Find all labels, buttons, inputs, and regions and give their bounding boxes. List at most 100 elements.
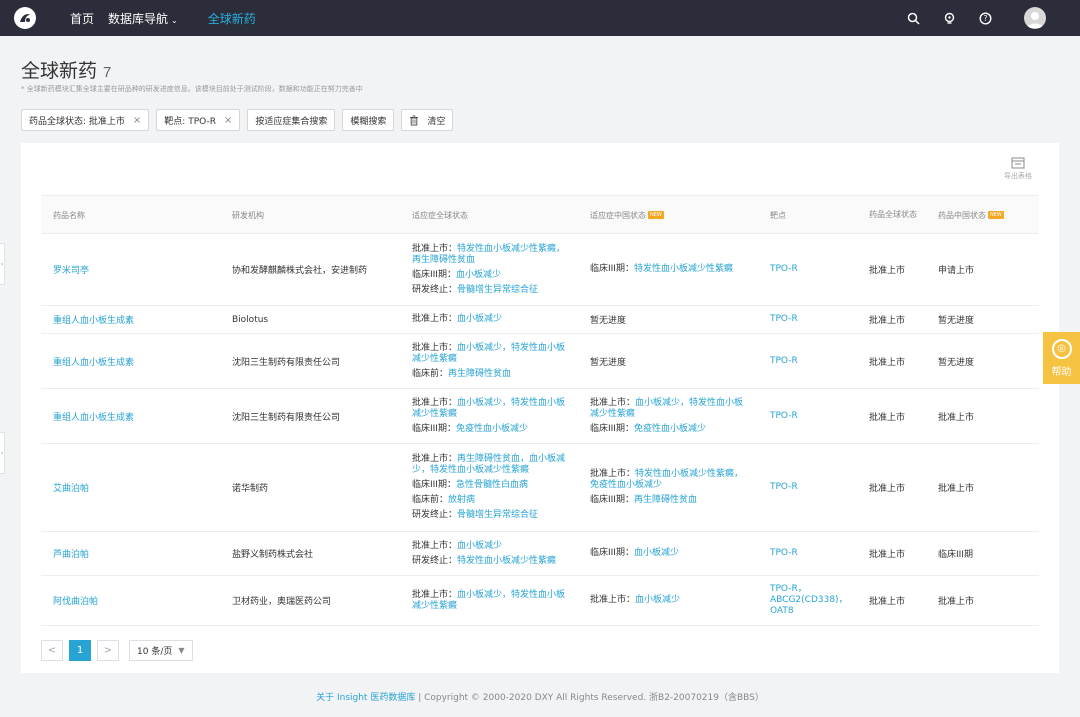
indication-link[interactable]: 减少性紫癜 (412, 409, 457, 419)
table-row: 重组人血小板生成素 沈阳三生制药有限责任公司 批准上市：血小板减少，特发性血小板减少… (41, 334, 1039, 389)
indication-link[interactable]: 特发性血小板 (511, 590, 565, 600)
indication-link[interactable]: 放射病 (448, 495, 475, 505)
column-header-target[interactable]: 靶点 (770, 196, 786, 234)
prev-page-button[interactable]: < (41, 640, 63, 661)
close-icon[interactable]: × (224, 115, 232, 126)
indication-link[interactable]: 血小板减少 (635, 595, 680, 605)
target-link[interactable]: TPO-R (770, 314, 798, 324)
help-button[interactable]: ◎ 帮助 (1043, 332, 1080, 384)
left-edge-tab[interactable]: › (0, 243, 5, 285)
status-label: 临床III期： (412, 423, 456, 434)
indication-link[interactable]: 再生障碍性贫血 (448, 369, 511, 379)
china-status-value: 批准上市 (938, 412, 975, 423)
indication-link[interactable]: 特发性血小板 (689, 398, 743, 408)
indication-link[interactable]: 血小板减少 (634, 548, 679, 558)
export-table-button[interactable]: 导出表格 (998, 157, 1038, 181)
table-row: 重组人血小板生成素 Biolotus 批准上市：血小板减少 暂无进度 TPO-R 批准上市… (41, 306, 1039, 334)
page-title: 全球新药 7 (21, 56, 111, 83)
drug-name-link[interactable]: 重组人血小板生成素 (53, 410, 223, 423)
indication-link[interactable]: 特发性血小板减少性紫癜， (457, 244, 565, 254)
org-name: 沈阳三生制药有限责任公司 (232, 357, 341, 368)
drug-name-link[interactable]: 重组人血小板生成素 (53, 313, 223, 326)
left-edge-tab[interactable]: › (0, 432, 5, 474)
indication-link[interactable]: 血小板减少 (456, 270, 501, 280)
cell-global-status: 批准上市 (869, 306, 931, 333)
column-header-org[interactable]: 研发机构 (232, 196, 264, 234)
user-avatar[interactable] (1024, 7, 1046, 29)
no-progress-text: 暂无进度 (590, 316, 627, 326)
indication-link[interactable]: 血小板减少 (457, 314, 502, 324)
indication-link[interactable]: 血小板减少， (457, 398, 511, 408)
indication-link[interactable]: 特发性血小板减少性紫癜 (430, 465, 529, 475)
org-name: 沈阳三生制药有限责任公司 (232, 412, 341, 423)
indication-link[interactable]: 骨髓增生异常综合征 (457, 510, 538, 520)
page-button-current[interactable]: 1 (69, 640, 91, 661)
cell-global-indication: 批准上市：血小板减少 (412, 306, 574, 333)
indication-link[interactable]: 特发性血小板 (511, 343, 565, 353)
drug-name-link[interactable]: 罗米司亭 (53, 263, 223, 276)
indication-link[interactable]: 减少性紫癜 (590, 409, 635, 419)
nav-home[interactable]: 首页 (70, 10, 94, 27)
indication-link[interactable]: 减少性紫癜 (412, 354, 457, 364)
target-link[interactable]: TPO-R， (770, 584, 807, 594)
indication-link[interactable]: 特发性血小板减少性紫癜 (457, 556, 556, 566)
indication-link[interactable]: 特发性血小板减少性紫癜， (635, 469, 743, 479)
indication-link[interactable]: 骨髓增生异常综合征 (457, 285, 538, 295)
clear-button[interactable]: 清空 (401, 109, 454, 131)
indication-link[interactable]: 再生障碍性贫血， (457, 454, 529, 464)
drug-name-link[interactable]: 阿伐曲泊帕 (53, 594, 223, 607)
dxy-logo[interactable] (14, 7, 36, 29)
close-icon[interactable]: × (133, 115, 141, 126)
page-size-select[interactable]: 10 条/页 ▼ (129, 640, 193, 661)
drug-name-link[interactable]: 芦曲泊帕 (53, 547, 223, 560)
status-label: 批准上市： (412, 397, 458, 408)
target-link[interactable]: OAT8 (770, 606, 794, 616)
column-header-global-indication[interactable]: 适应症全球状态 (412, 196, 468, 234)
indication-link[interactable]: 血小板减少， (635, 398, 689, 408)
cell-drug-name: 重组人血小板生成素 (53, 334, 223, 388)
cell-drug-name: 罗米司亭 (53, 234, 223, 305)
indication-link[interactable]: 减少性紫癜 (412, 601, 457, 611)
target-link[interactable]: ABCG2(CD338)， (770, 595, 848, 605)
column-header-drug[interactable]: 药品名称 (53, 196, 85, 234)
indication-link[interactable]: 急性骨髓性白血病 (456, 480, 528, 490)
indication-link[interactable]: 少， (412, 465, 430, 475)
caret-down-icon: ▼ (178, 646, 185, 655)
column-header-china-status[interactable]: 药品中国状态 NEW (938, 196, 1004, 234)
help-circle-icon[interactable]: ? (978, 11, 992, 25)
filter-chip-global-status[interactable]: 药品全球状态: 批准上市 × (21, 109, 150, 131)
indication-link[interactable]: 特发性血小板减少性紫癜 (634, 264, 733, 274)
indication-link[interactable]: 免疫性血小板减少 (456, 424, 528, 434)
drug-name-link[interactable]: 重组人血小板生成素 (53, 355, 223, 368)
nav-database-menu[interactable]: 数据库导航 ⌄ (108, 10, 178, 27)
next-page-button[interactable]: > (97, 640, 119, 661)
column-header-global-status[interactable]: 药品全球状态 (869, 196, 921, 234)
drug-name-link[interactable]: 艾曲泊帕 (53, 481, 223, 494)
target-link[interactable]: TPO-R (770, 264, 798, 274)
indication-link[interactable]: 特发性血小板 (511, 398, 565, 408)
status-label: 批准上市： (412, 454, 458, 464)
indication-link[interactable]: 再生障碍性贫血 (412, 255, 475, 265)
bulb-icon[interactable] (942, 11, 956, 25)
indication-link[interactable]: 再生障碍性贫血 (634, 495, 697, 505)
search-icon[interactable] (906, 11, 920, 25)
china-status-value: 批准上市 (938, 597, 975, 607)
target-link[interactable]: TPO-R (770, 356, 798, 366)
footer-about-link[interactable]: 关于 Insight 医药数据库 (316, 693, 415, 703)
nav-global-new-drugs[interactable]: 全球新药 (208, 10, 256, 27)
fuzzy-search-button[interactable]: 模糊搜索 (342, 109, 395, 131)
indication-link[interactable]: 血小板减少 (457, 541, 502, 551)
target-link[interactable]: TPO-R (770, 411, 798, 421)
indication-link[interactable]: 血小板减少， (457, 590, 511, 600)
indication-search-button[interactable]: 按适应症集合搜索 (247, 109, 336, 131)
indication-link[interactable]: 免疫性血小板减少 (590, 480, 662, 490)
indication-link[interactable]: 血小板减少， (457, 343, 511, 353)
indication-link[interactable]: 免疫性血小板减少 (634, 424, 706, 434)
cell-org: 沈阳三生制药有限责任公司 (232, 334, 402, 388)
filter-chip-target[interactable]: 靶点: TPO-R × (156, 109, 241, 131)
status-label: 临床前： (412, 495, 449, 505)
target-link[interactable]: TPO-R (770, 482, 798, 492)
target-link[interactable]: TPO-R (770, 548, 798, 558)
indication-link[interactable]: 血小板减 (529, 454, 565, 464)
column-header-china-indication[interactable]: 适应症中国状态 NEW (590, 196, 664, 234)
